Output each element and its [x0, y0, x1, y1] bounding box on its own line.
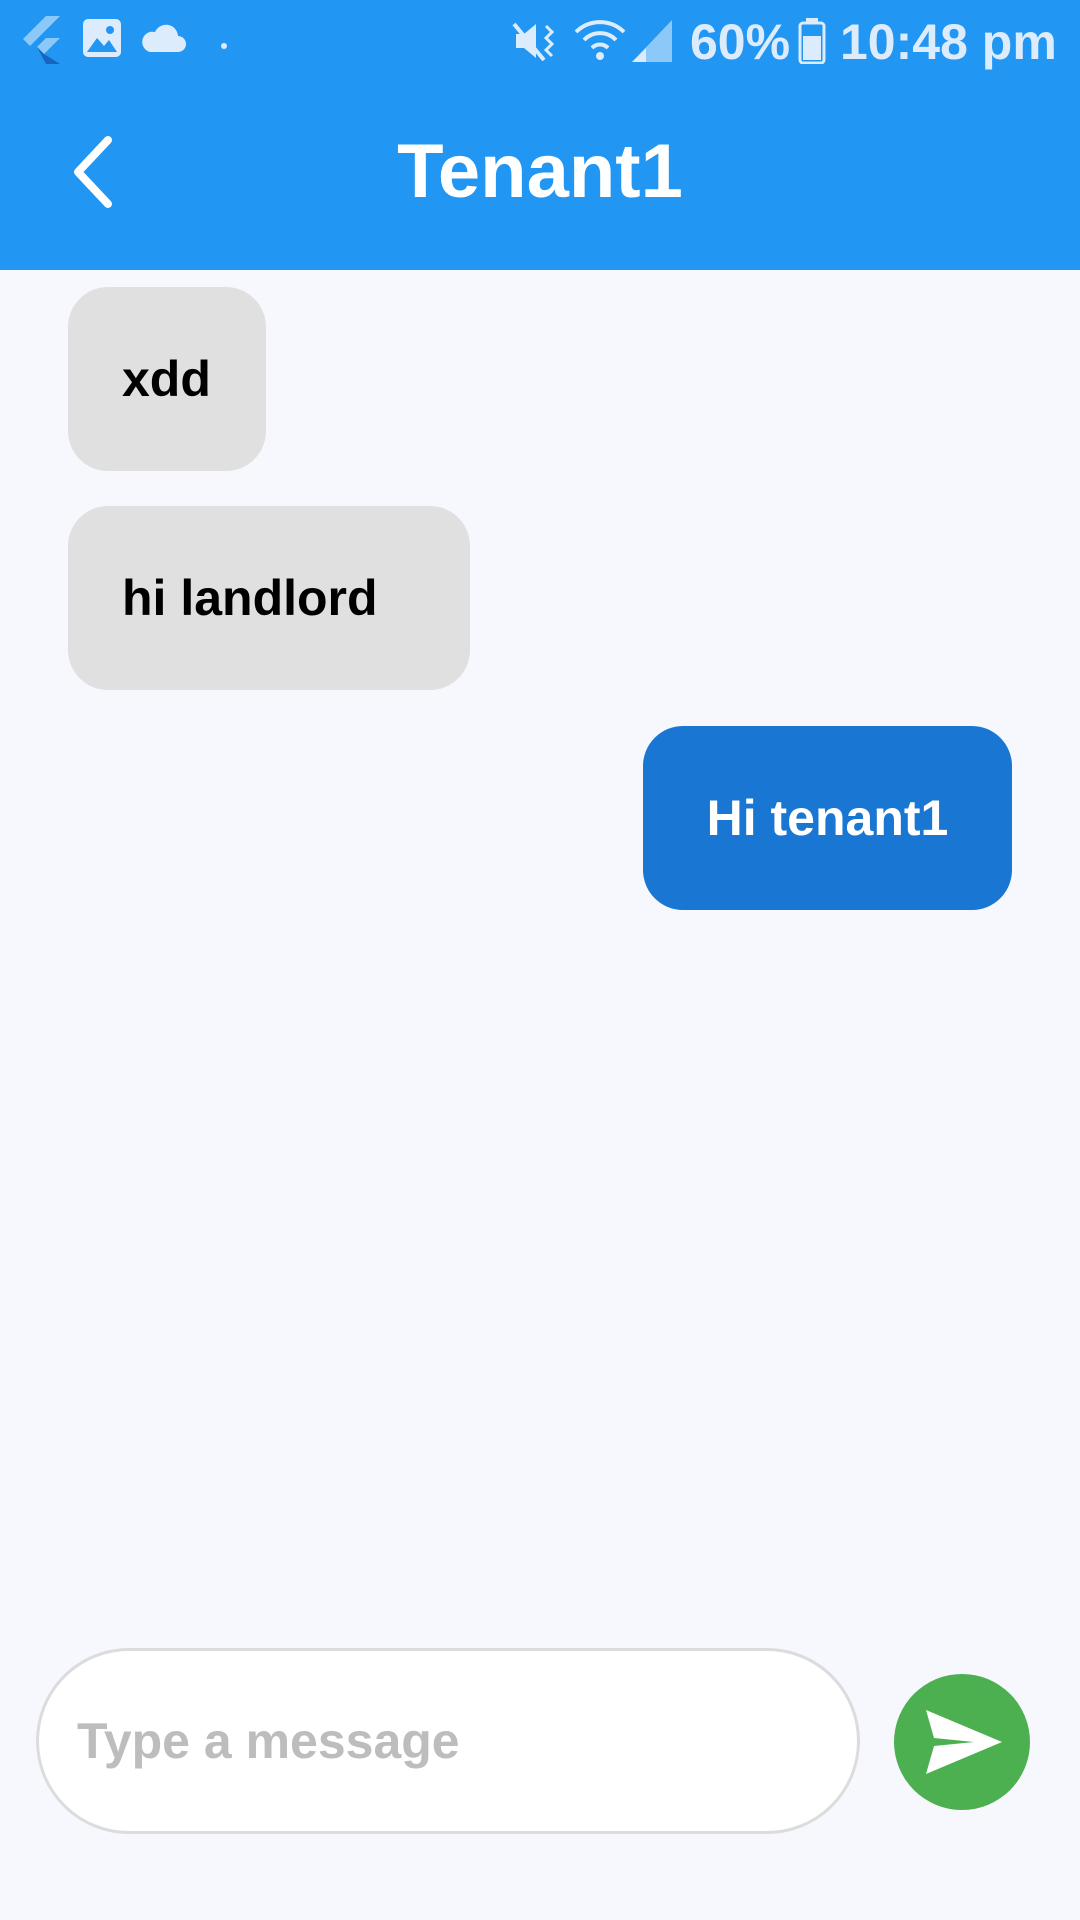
clock: 10:48 pm — [840, 14, 1057, 70]
signal-icon — [632, 20, 672, 67]
message-bubble-incoming: hi landlord — [68, 506, 470, 690]
message-input[interactable] — [36, 1648, 860, 1834]
page-title: Tenant1 — [397, 129, 683, 214]
wifi-icon — [572, 18, 628, 67]
battery-icon — [798, 18, 826, 69]
dot-icon — [220, 37, 228, 55]
cloud-icon — [140, 22, 186, 59]
chat-screen: 60% 10:48 pm Tenant1 xdd hi landlord Hi … — [0, 0, 1080, 1920]
app-bar: Tenant1 — [0, 84, 1080, 270]
flutter-icon — [20, 16, 64, 69]
send-button[interactable] — [894, 1674, 1030, 1810]
mute-vibrate-icon — [510, 18, 558, 69]
status-bar: 60% 10:48 pm — [0, 0, 1080, 84]
message-bubble-incoming: xdd — [68, 287, 266, 471]
message-bubble-outgoing: Hi tenant1 — [643, 726, 1012, 910]
image-icon — [82, 18, 122, 63]
battery-percent: 60% — [690, 14, 791, 70]
